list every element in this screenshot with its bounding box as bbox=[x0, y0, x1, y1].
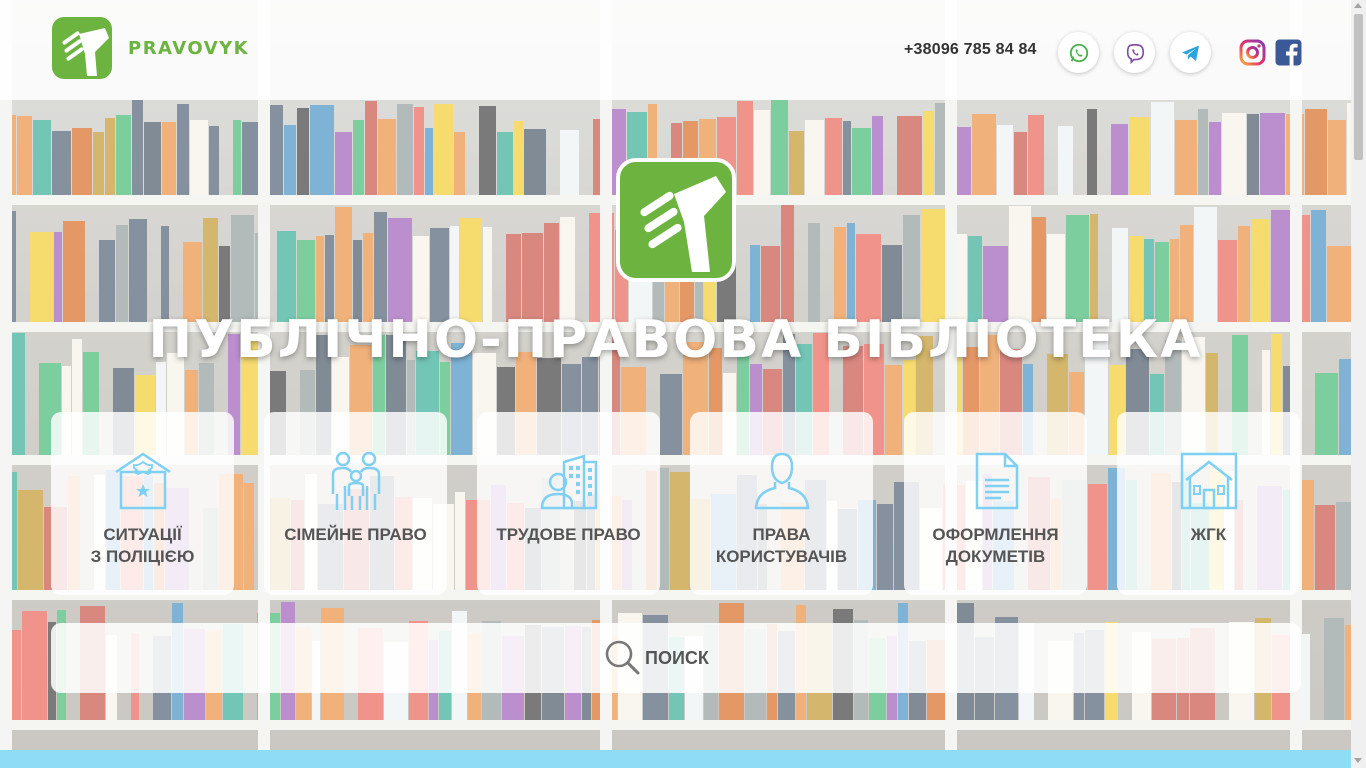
category-card-family[interactable]: СІМЕЙНЕ ПРАВО bbox=[264, 412, 447, 595]
search-icon[interactable] bbox=[604, 639, 640, 675]
scroll-up-arrow[interactable] bbox=[1354, 3, 1362, 8]
category-card-housing[interactable]: ЖГК bbox=[1117, 412, 1300, 595]
instagram-icon[interactable] bbox=[1239, 39, 1266, 66]
footer-strip bbox=[0, 750, 1351, 768]
category-card-consumers[interactable]: ПРАВА КОРИСТУВАЧІВ bbox=[690, 412, 873, 595]
telegram-icon bbox=[1181, 45, 1199, 61]
category-label: ОФОРМЛЕННЯ ДОКУМЕТІВ bbox=[932, 525, 1059, 566]
search-label[interactable]: ПОИСК bbox=[645, 648, 709, 669]
whatsapp-icon bbox=[1069, 43, 1088, 62]
category-label: ПРАВА КОРИСТУВАЧІВ bbox=[715, 525, 848, 566]
site-header: PRAVOVYK +38096 785 84 84 bbox=[0, 0, 1351, 100]
viber-icon bbox=[1126, 43, 1144, 64]
category-label: СИТУАЦІЇ З ПОЛІЦІЄЮ bbox=[90, 525, 195, 566]
category-card-documents[interactable]: ОФОРМЛЕННЯ ДОКУМЕТІВ bbox=[904, 412, 1087, 595]
category-card-police[interactable]: СИТУАЦІЇ З ПОЛІЦІЄЮ bbox=[51, 412, 234, 595]
family-icon bbox=[331, 451, 381, 510]
police-badge-icon bbox=[115, 452, 171, 510]
scroll-down-arrow[interactable] bbox=[1354, 758, 1362, 763]
category-label: ЖГК bbox=[1190, 525, 1227, 544]
scrollbar-thumb[interactable] bbox=[1354, 14, 1363, 160]
brand-name[interactable]: PRAVOVYK bbox=[128, 38, 249, 59]
telegram-button[interactable] bbox=[1170, 32, 1211, 73]
house-icon bbox=[1180, 452, 1238, 510]
viber-button[interactable] bbox=[1114, 32, 1155, 73]
facebook-icon[interactable] bbox=[1275, 39, 1302, 66]
category-label: ТРУДОВЕ ПРАВО bbox=[496, 525, 641, 544]
office-worker-icon bbox=[540, 454, 598, 510]
center-logo-icon bbox=[616, 158, 736, 282]
category-label: СІМЕЙНЕ ПРАВО bbox=[284, 525, 427, 544]
page-title: ПУБЛІЧНО-ПРАВОВА БІБЛІОТЕКА bbox=[148, 310, 1203, 370]
whatsapp-button[interactable] bbox=[1058, 32, 1099, 73]
phone-number[interactable]: +38096 785 84 84 bbox=[904, 41, 1037, 59]
user-icon bbox=[754, 452, 810, 510]
logo-icon[interactable] bbox=[51, 16, 113, 80]
category-card-labor[interactable]: ТРУДОВЕ ПРАВО bbox=[477, 412, 660, 595]
document-icon bbox=[975, 452, 1019, 510]
